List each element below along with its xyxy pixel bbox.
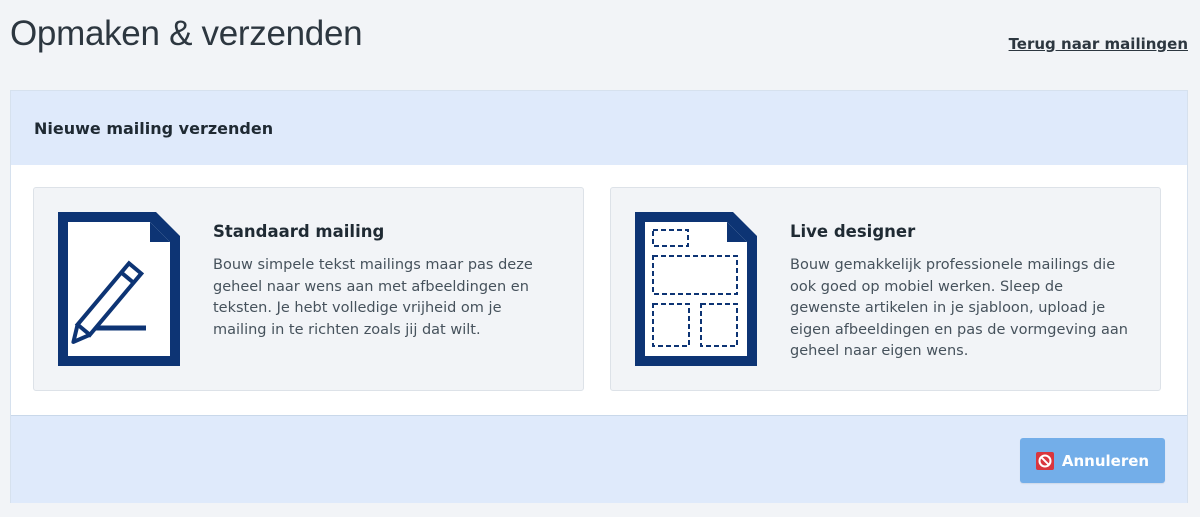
option-title: Standaard mailing	[213, 222, 385, 241]
page-title: Opmaken & verzenden	[10, 14, 363, 53]
option-description: Bouw gemakkelijk professionele mailings …	[790, 257, 1128, 359]
option-title: Live designer	[790, 222, 916, 241]
cancel-icon	[1035, 451, 1054, 470]
option-description: Bouw simpele tekst mailings maar pas dez…	[213, 257, 533, 338]
send-mailing-panel: Nieuwe mailing verzenden Standaard maili…	[10, 90, 1188, 503]
mailing-options: Standaard mailing Bouw simpele tekst mai…	[11, 165, 1187, 415]
back-to-mailings-link[interactable]: Terug naar mailingen	[1009, 35, 1188, 53]
panel-header-title: Nieuwe mailing verzenden	[34, 118, 274, 138]
pencil-document-icon	[58, 212, 180, 366]
option-live-designer[interactable]: Live designer Bouw gemakkelijk professio…	[610, 187, 1161, 391]
panel-footer: Annuleren	[11, 415, 1187, 503]
layout-document-icon	[635, 212, 757, 366]
option-standard-mailing[interactable]: Standaard mailing Bouw simpele tekst mai…	[33, 187, 584, 391]
cancel-button[interactable]: Annuleren	[1020, 438, 1165, 483]
panel-header: Nieuwe mailing verzenden	[11, 91, 1187, 165]
cancel-button-label: Annuleren	[1061, 451, 1150, 470]
